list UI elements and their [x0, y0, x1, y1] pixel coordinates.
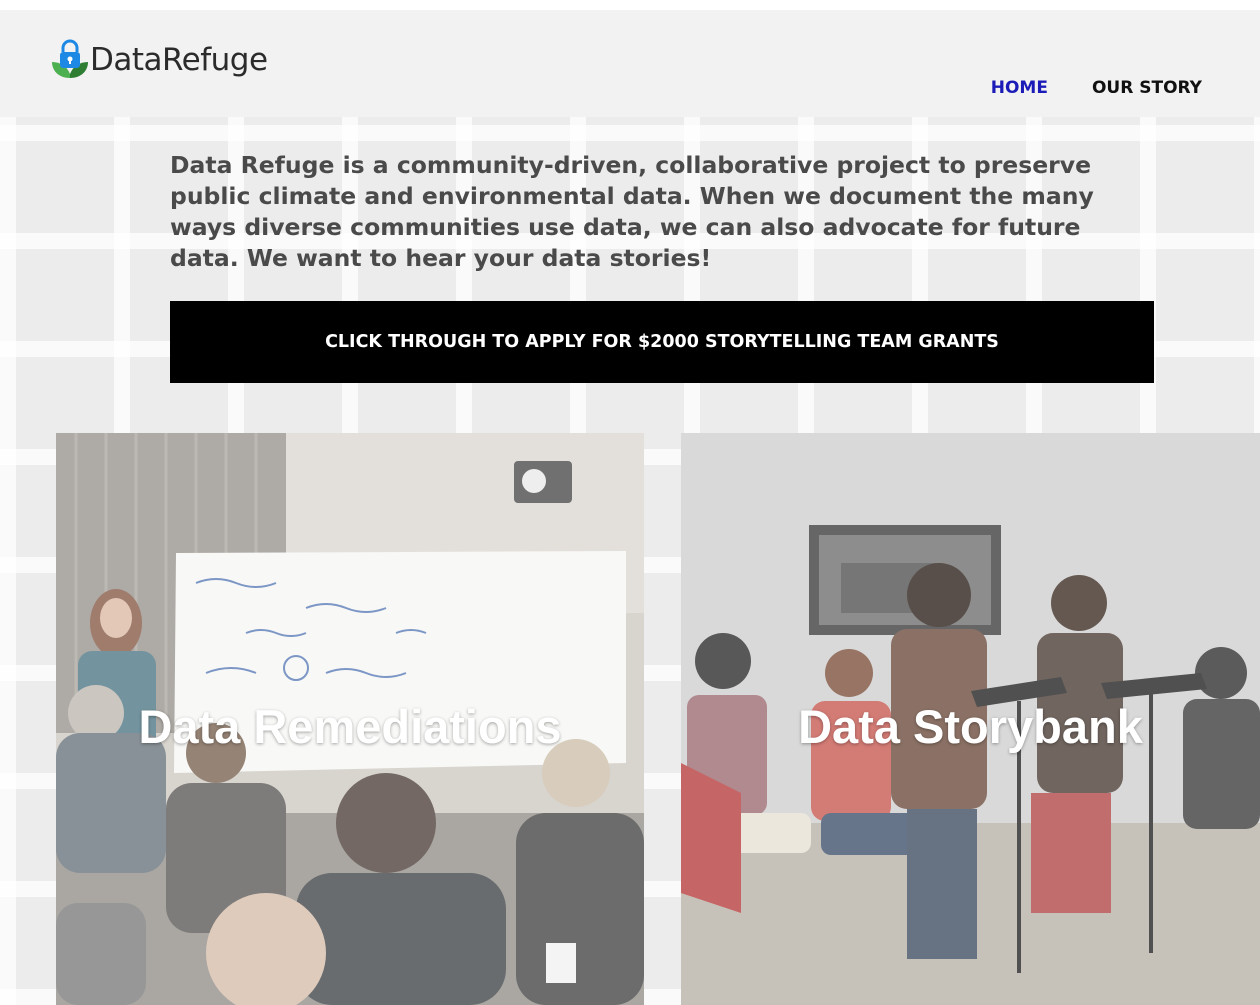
main-nav: HOME OUR STORY	[991, 78, 1202, 98]
nav-our-story[interactable]: OUR STORY	[1092, 78, 1202, 98]
lock-leaf-icon	[52, 39, 88, 78]
nav-home[interactable]: HOME	[991, 78, 1048, 98]
card-title-remediations: Data Remediations	[138, 700, 562, 753]
grant-cta-button[interactable]: CLICK THROUGH TO APPLY FOR $2000 STORYTE…	[170, 301, 1154, 383]
site-logo[interactable]: DataRefuge	[50, 38, 268, 82]
card-data-storybank[interactable]: Data Storybank	[681, 433, 1260, 1005]
card-title-storybank: Data Storybank	[798, 700, 1143, 753]
top-strip	[0, 0, 1260, 10]
site-header: DataRefuge HOME OUR STORY	[0, 10, 1260, 117]
card-data-remediations[interactable]: Data Remediations	[56, 433, 644, 1005]
intro-text: Data Refuge is a community-driven, colla…	[170, 151, 1094, 272]
logo-text: DataRefuge	[90, 42, 268, 78]
